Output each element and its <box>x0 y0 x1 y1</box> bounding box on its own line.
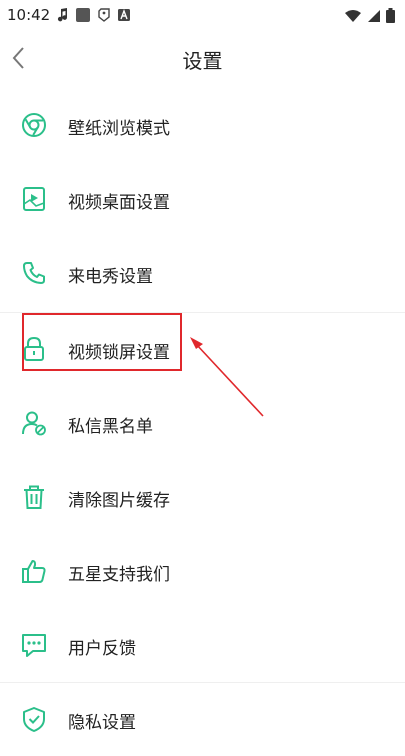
page-title: 设置 <box>182 49 223 73</box>
battery-icon <box>386 8 395 23</box>
wifi-icon <box>345 9 361 22</box>
shield-check-icon <box>23 707 45 732</box>
highlight-box <box>22 313 182 371</box>
user-block-icon <box>22 411 46 436</box>
menu-item-five-star-support[interactable]: 五星支持我们 <box>0 534 405 608</box>
menu-item-label: 清除图片缓存 <box>68 491 170 511</box>
thumbs-up-icon <box>22 560 46 583</box>
phone-icon <box>23 262 45 284</box>
menu-item-wallpaper-browse-mode[interactable]: 壁纸浏览模式 <box>0 88 405 162</box>
menu-item-caller-show[interactable]: 来电秀设置 <box>0 236 405 310</box>
menu-item-label: 视频桌面设置 <box>68 193 170 213</box>
tag-icon <box>98 8 110 22</box>
notification-icons <box>57 7 131 23</box>
status-bar: 10:42 <box>0 0 405 32</box>
menu-item-label: 来电秀设置 <box>68 267 153 287</box>
menu-item-dm-blacklist[interactable]: 私信黑名单 <box>0 386 405 460</box>
trash-icon <box>24 485 44 509</box>
system-icons <box>344 8 395 23</box>
menu-item-privacy-settings[interactable]: 隐私设置 <box>0 682 405 756</box>
a-box-icon <box>118 9 130 21</box>
chrome-circle-icon <box>22 113 46 137</box>
app-square-icon <box>76 8 90 22</box>
status-time: 10:42 <box>7 6 51 24</box>
video-frame-icon <box>23 187 45 211</box>
signal-icon <box>368 9 380 22</box>
menu-item-label: 五星支持我们 <box>68 565 170 585</box>
menu-item-user-feedback[interactable]: 用户反馈 <box>0 608 405 682</box>
chat-bubble-icon <box>22 634 46 657</box>
app-header: 设置 <box>0 32 405 84</box>
menu-item-video-desktop[interactable]: 视频桌面设置 <box>0 162 405 236</box>
menu-item-label: 私信黑名单 <box>68 417 153 437</box>
menu-item-label: 壁纸浏览模式 <box>68 119 170 139</box>
menu-item-label: 用户反馈 <box>68 639 136 659</box>
music-note-icon <box>57 8 68 22</box>
menu-item-clear-image-cache[interactable]: 清除图片缓存 <box>0 460 405 534</box>
menu-item-label: 隐私设置 <box>68 713 136 733</box>
